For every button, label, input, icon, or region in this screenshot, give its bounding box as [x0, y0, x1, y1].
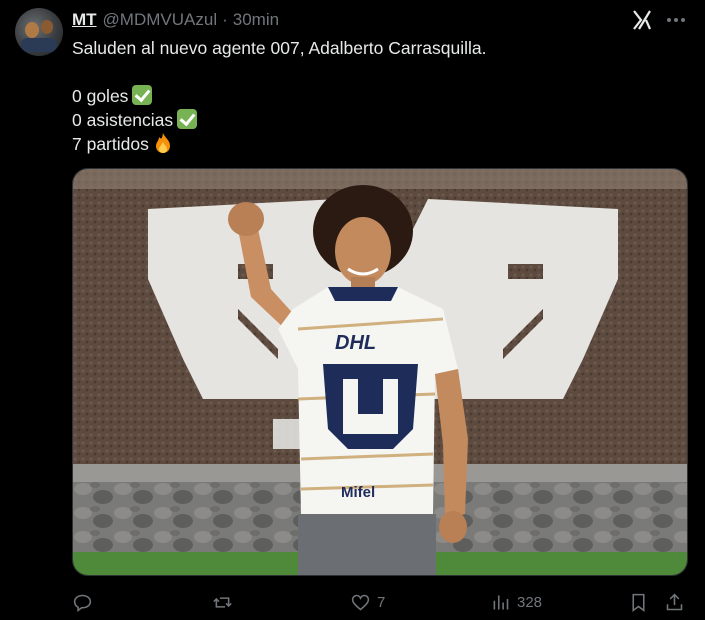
grok-icon[interactable] — [630, 8, 654, 32]
text-line: 0 goles — [72, 84, 486, 108]
action-bar: 7 328 — [72, 588, 686, 616]
post-image[interactable]: DHL Mifel — [72, 168, 688, 576]
repost-button[interactable] — [212, 588, 239, 616]
author-name[interactable]: MT — [72, 10, 97, 30]
views-button[interactable]: 328 — [490, 588, 542, 616]
post-header: MT @MDMVUAzul · 30min — [72, 10, 279, 30]
svg-text:DHL: DHL — [335, 332, 376, 354]
like-count: 7 — [377, 593, 386, 611]
reply-button[interactable] — [72, 588, 99, 616]
text-line-content: 7 partidos — [72, 134, 149, 154]
separator: · — [222, 10, 228, 29]
text-line: Saluden al nuevo agente 007, Adalberto C… — [72, 38, 487, 58]
text-line: 7 partidos — [72, 132, 486, 156]
author-handle[interactable]: @MDMVUAzul — [103, 10, 218, 30]
check-mark-emoji — [132, 85, 153, 105]
like-button[interactable]: 7 — [350, 588, 385, 616]
share-icon — [666, 593, 683, 610]
views-icon — [493, 595, 509, 609]
bookmark-icon — [632, 593, 645, 612]
text-line-content: 0 goles — [72, 86, 129, 106]
post-time[interactable]: 30min — [233, 10, 279, 30]
share-button[interactable] — [664, 588, 685, 616]
text-line: 0 asistencias — [72, 108, 486, 132]
svg-text:Mifel: Mifel — [341, 484, 375, 501]
bookmark-button[interactable] — [628, 588, 649, 616]
fire-emoji — [155, 133, 170, 153]
more-icon[interactable] — [664, 8, 688, 32]
post-text: Saluden al nuevo agente 007, Adalberto C… — [72, 36, 486, 156]
repost-icon — [213, 596, 232, 608]
views-count: 328 — [517, 593, 543, 611]
text-line-content: 0 asistencias — [72, 110, 174, 130]
avatar[interactable] — [15, 8, 63, 56]
reply-icon — [73, 594, 92, 612]
check-mark-emoji — [177, 109, 198, 129]
like-icon — [351, 594, 370, 611]
